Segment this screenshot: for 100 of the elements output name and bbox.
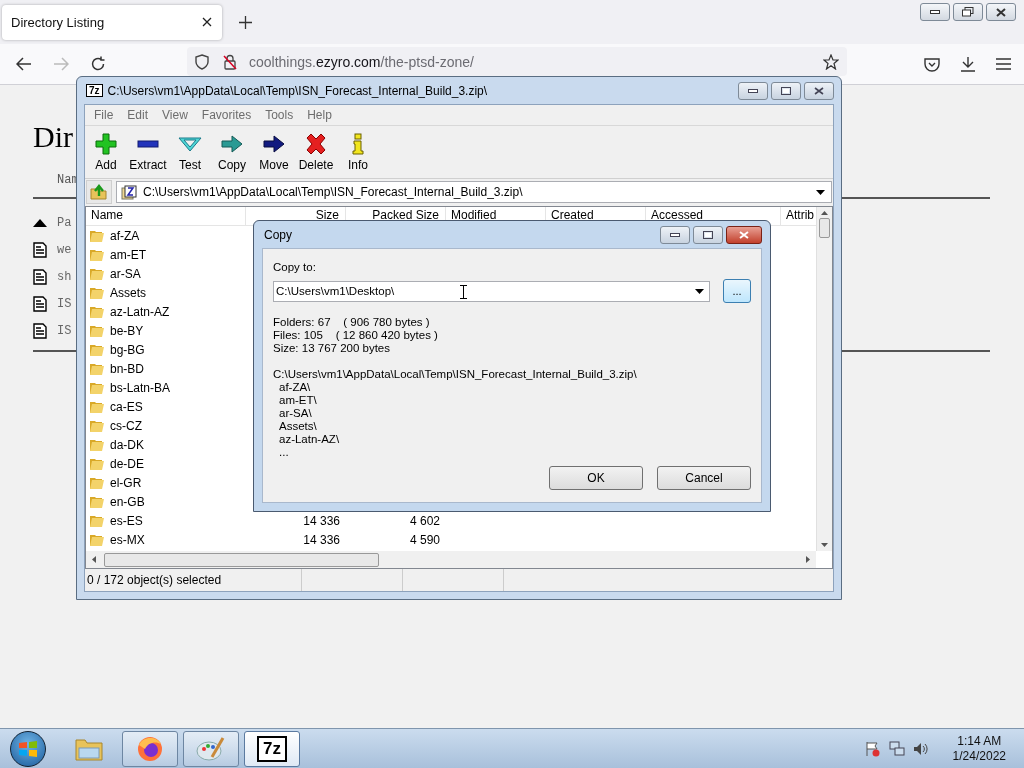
source-item: Assets\ (279, 420, 317, 433)
scroll-down-icon[interactable] (821, 543, 828, 547)
folder-name: ca-ES (110, 399, 143, 414)
address-field[interactable]: coolthings.ezyro.com/the-ptsd-zone/ (187, 47, 847, 76)
taskbar-button[interactable]: 7z (244, 730, 300, 767)
folder-name: am-ET (110, 247, 146, 262)
start-button[interactable] (10, 730, 46, 767)
window-title: C:\Users\vm1\AppData\Local\Temp\ISN_Forecast_Internal_Build_3.zip\ (107, 83, 488, 98)
close-button[interactable] (986, 3, 1016, 21)
minimize-button[interactable] (738, 81, 768, 100)
column-header[interactable]: Name (86, 207, 246, 225)
arrow-icon (220, 132, 244, 155)
source-item: af-ZA\ (279, 381, 311, 394)
up-folder-button[interactable] (86, 180, 112, 204)
menu-item[interactable]: View (155, 108, 195, 122)
close-icon[interactable] (202, 17, 212, 27)
reload-icon[interactable] (90, 56, 106, 72)
menu-item[interactable]: Help (300, 108, 339, 122)
app-logo: 7z (86, 84, 103, 97)
menu-item[interactable]: Edit (120, 108, 156, 122)
plus-icon (94, 132, 118, 155)
toolbar-button[interactable]: Move (253, 132, 295, 172)
dropdown-icon[interactable] (695, 288, 705, 294)
folder-name: Assets (110, 285, 146, 300)
toolbar-button[interactable]: Test (169, 132, 211, 172)
lock-icon[interactable] (223, 53, 237, 70)
vertical-scrollbar[interactable] (816, 207, 832, 551)
menu-item[interactable]: File (87, 108, 121, 122)
scroll-left-icon[interactable] (92, 556, 96, 563)
arrow-icon (262, 132, 286, 155)
shield-icon[interactable] (195, 53, 209, 70)
horizontal-scrollbar[interactable] (86, 551, 816, 568)
minimize-button[interactable] (660, 225, 690, 244)
toolbar-button[interactable]: Copy (211, 132, 253, 172)
new-tab-icon[interactable] (239, 15, 252, 29)
file-link[interactable]: sh (57, 269, 72, 284)
source-item: az-Latn-AZ\ (279, 433, 340, 446)
folder-name: da-DK (110, 437, 144, 452)
field-label: Copy to: (273, 261, 316, 273)
toolbar-button[interactable]: Info (337, 132, 379, 172)
maximize-button[interactable] (693, 225, 723, 244)
maximize-icon (703, 230, 713, 239)
scrollbar-thumb[interactable] (104, 552, 379, 567)
file-link[interactable]: we (57, 242, 72, 257)
page-heading: Dir (33, 120, 73, 154)
folder-name: cs-CZ (110, 418, 142, 433)
scrollbar-thumb[interactable] (819, 218, 830, 238)
folder-name: bg-BG (110, 342, 145, 357)
close-button[interactable] (726, 225, 762, 244)
menu-icon[interactable] (996, 58, 1011, 70)
file-link[interactable]: IS (57, 296, 72, 311)
toolbar-button[interactable]: Add (85, 132, 127, 172)
minimize-icon (930, 10, 940, 14)
dialog-title: Copy (264, 227, 292, 242)
flag-icon[interactable] (864, 740, 881, 757)
browser-tab[interactable]: Directory Listing (2, 4, 222, 40)
restore-icon (962, 7, 974, 17)
document-icon (33, 268, 47, 285)
pocket-icon[interactable] (924, 56, 940, 72)
network-icon[interactable] (888, 740, 905, 757)
summary-line: Size: 13 767 200 bytes (273, 342, 390, 355)
download-icon[interactable] (960, 56, 976, 72)
up-arrow-icon (33, 218, 47, 227)
minimize-button[interactable] (920, 3, 950, 21)
cross-icon (304, 132, 328, 155)
folder-name: es-MX (110, 532, 145, 547)
toolbar-button[interactable]: Delete (295, 132, 337, 172)
close-icon (996, 7, 1006, 17)
file-link[interactable]: Pa (57, 215, 72, 230)
destination-field[interactable]: C:\Users\vm1\Desktop\ (273, 280, 711, 302)
back-icon[interactable] (16, 57, 32, 71)
toolbar-button[interactable]: Extract (127, 132, 169, 172)
browse-button[interactable]: ... (723, 279, 751, 303)
scroll-up-icon[interactable] (821, 211, 828, 215)
document-icon (33, 322, 47, 339)
menu-item[interactable]: Tools (258, 108, 301, 122)
cancel-button[interactable]: Cancel (657, 466, 751, 490)
dropdown-icon[interactable] (816, 189, 825, 195)
table-cell: 14 336 (303, 513, 340, 528)
taskbar-button[interactable] (183, 730, 239, 767)
maximize-button[interactable] (771, 81, 801, 100)
column-header[interactable]: Attrib (781, 207, 816, 225)
archive-icon (121, 184, 137, 200)
windows-logo (18, 738, 38, 759)
menu-item[interactable]: Favorites (194, 108, 259, 122)
taskbar-button[interactable] (122, 730, 178, 767)
close-icon (739, 230, 749, 239)
ok-button[interactable]: OK (549, 466, 643, 490)
close-icon (814, 86, 824, 95)
table-cell: 4 590 (409, 532, 440, 547)
url-text: coolthings.ezyro.com/the-ptsd-zone/ (249, 53, 474, 70)
scroll-right-icon[interactable] (806, 556, 810, 563)
star-icon[interactable] (823, 53, 839, 70)
source-item: am-ET\ (279, 394, 317, 407)
file-link[interactable]: IS (57, 323, 72, 338)
status-text: 0 / 172 object(s) selected (85, 569, 302, 591)
restore-button[interactable] (953, 3, 983, 21)
close-button[interactable] (804, 81, 834, 100)
path-field[interactable]: C:\Users\vm1\AppData\Local\Temp\ISN_Forecast_Internal_Build_3.zip\ (116, 181, 832, 203)
document-icon (33, 295, 47, 312)
